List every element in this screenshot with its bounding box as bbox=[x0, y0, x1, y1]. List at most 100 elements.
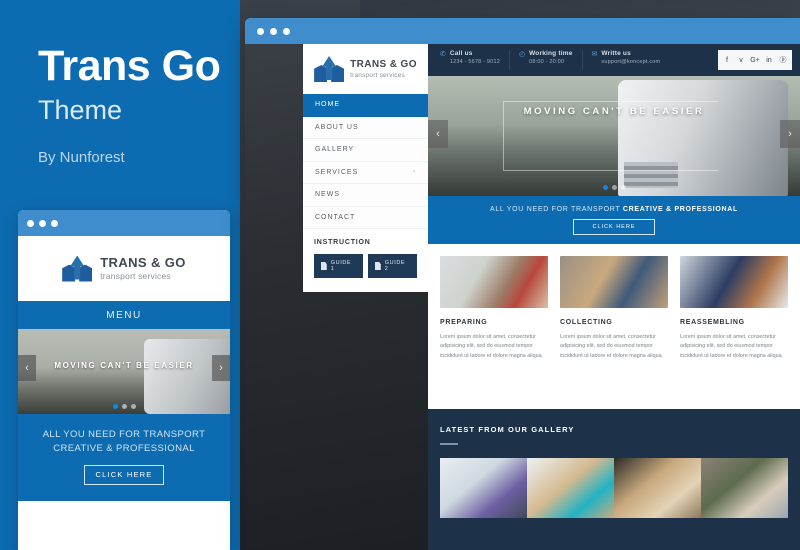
topbar-write-us-label: Writte us bbox=[601, 50, 631, 57]
window-dot-icon[interactable] bbox=[27, 219, 34, 227]
sidebar-item-gallery[interactable]: GALLERY bbox=[303, 139, 428, 162]
gallery-image-3[interactable] bbox=[614, 458, 701, 518]
service-title: COLLECTING bbox=[560, 319, 613, 326]
slider-dot-icon[interactable] bbox=[602, 185, 608, 190]
mobile-cta-line1: ALL YOU NEED FOR TRANSPORT bbox=[42, 429, 206, 440]
gallery-title: LATEST FROM OUR GALLERY bbox=[440, 425, 575, 434]
hero-slider-prev-icon[interactable]: ‹ bbox=[428, 120, 448, 148]
slider-dot-icon[interactable] bbox=[112, 404, 118, 409]
mobile-slider-prev-icon[interactable]: ‹ bbox=[18, 355, 36, 381]
gallery-image-4[interactable] bbox=[701, 458, 788, 518]
mobile-slider-dots bbox=[18, 404, 230, 409]
mobile-preview-window: TRANS & GO transport services MENU MOVIN… bbox=[18, 210, 230, 550]
sidebar-item-label: CONTACT bbox=[315, 213, 356, 221]
facebook-icon[interactable]: f bbox=[720, 57, 734, 64]
service-text: Lorem ipsum dolor sit amet, consectetur … bbox=[560, 334, 664, 359]
mobile-cta-line2: CREATIVE & PROFESSIONAL bbox=[53, 442, 195, 454]
mobile-window-titlebar bbox=[18, 210, 230, 236]
phone-icon: ✆ bbox=[440, 51, 446, 58]
social-links: f ᴠ G+ in ⓟ bbox=[718, 50, 792, 70]
chevron-right-icon: › bbox=[413, 169, 416, 176]
service-image bbox=[680, 256, 788, 308]
desktop-hero-slider: MOVING CAN'T BE EASIER ‹ › bbox=[428, 76, 800, 196]
service-text: Lorem ipsum dolor sit amet, consectetur … bbox=[680, 334, 784, 359]
pinterest-icon[interactable]: ⓟ bbox=[776, 55, 790, 65]
pdf-file-icon bbox=[375, 262, 381, 270]
cta-button[interactable]: CLICK HERE bbox=[573, 218, 655, 235]
google-plus-icon[interactable]: G+ bbox=[748, 57, 762, 64]
gallery-image-2[interactable] bbox=[527, 458, 614, 518]
brand-tagline: transport services bbox=[350, 71, 406, 79]
mobile-slide-caption: MOVING CAN'T BE EASIER bbox=[54, 361, 194, 370]
sidebar-item-about-us[interactable]: ABOUT US bbox=[303, 117, 428, 139]
window-dot-icon[interactable] bbox=[257, 27, 264, 35]
service-image bbox=[440, 256, 548, 308]
site-sidebar: TRANS & GO transport services HOME ABOUT… bbox=[303, 44, 428, 292]
topbar-working-time-label: Working time bbox=[529, 50, 573, 57]
hero-slider-next-icon[interactable]: › bbox=[780, 120, 800, 148]
mail-icon: ✉ bbox=[591, 51, 598, 58]
clock-icon: ◴ bbox=[518, 51, 526, 58]
page-subtitle: Theme bbox=[38, 95, 123, 126]
desktop-preview-window: ✆ Call us 1234 - 5678 - 9012 ◴ Working t… bbox=[245, 18, 800, 550]
slider-dot-icon[interactable] bbox=[611, 185, 617, 190]
sidebar-item-home[interactable]: HOME bbox=[303, 94, 428, 117]
window-dot-icon[interactable] bbox=[283, 27, 290, 35]
desktop-logo[interactable]: TRANS & GO transport services bbox=[303, 44, 428, 94]
topbar-write-us-value: support@koncept.com bbox=[601, 59, 661, 66]
sidebar-item-contact[interactable]: CONTACT bbox=[303, 207, 428, 229]
window-dot-icon[interactable] bbox=[39, 219, 46, 227]
author-credit: By Nunforest bbox=[38, 149, 125, 167]
instruction-title: INSTRUCTION bbox=[314, 239, 371, 246]
topbar-write-us[interactable]: ✉ Writte us support@koncept.com bbox=[583, 50, 670, 70]
sidebar-item-label: ABOUT US bbox=[315, 123, 359, 131]
sidebar-item-news[interactable]: NEWS bbox=[303, 184, 428, 207]
topbar-call-us-label: Call us bbox=[449, 50, 473, 57]
service-title: PREPARING bbox=[440, 319, 488, 326]
brand-tagline: transport services bbox=[100, 271, 171, 281]
topbar-call-us-value: 1234 - 5678 - 9012 bbox=[449, 59, 500, 66]
desktop-window-titlebar bbox=[245, 18, 800, 44]
service-card-preparing[interactable]: PREPARING Lorem ipsum dolor sit amet, co… bbox=[440, 256, 548, 409]
guide-2-button[interactable]: GUIDE 2 bbox=[368, 254, 417, 278]
topbar-call-us[interactable]: ✆ Call us 1234 - 5678 - 9012 bbox=[436, 50, 510, 70]
instruction-buttons: GUIDE 1 GUIDE 2 bbox=[314, 254, 417, 278]
sidebar-item-label: HOME bbox=[315, 101, 340, 109]
mobile-footer-area bbox=[18, 500, 230, 545]
guide-2-label: GUIDE 2 bbox=[384, 260, 406, 272]
guide-1-button[interactable]: GUIDE 1 bbox=[314, 254, 363, 278]
mobile-cta-banner: ALL YOU NEED FOR TRANSPORT CREATIVE & PR… bbox=[18, 414, 230, 501]
slider-dot-icon[interactable] bbox=[130, 404, 136, 409]
topbar-working-time[interactable]: ◴ Working time 08:00 - 20:00 bbox=[510, 50, 583, 70]
promo-header: Trans Go Theme By Nunforest bbox=[38, 43, 221, 167]
contact-topbar: ✆ Call us 1234 - 5678 - 9012 ◴ Working t… bbox=[428, 44, 800, 76]
mobile-logo[interactable]: TRANS & GO transport services bbox=[18, 236, 230, 301]
gallery-section: LATEST FROM OUR GALLERY bbox=[428, 409, 800, 550]
sidebar-item-services[interactable]: SERVICES › bbox=[303, 162, 428, 184]
service-card-collecting[interactable]: COLLECTING Lorem ipsum dolor sit amet, c… bbox=[560, 256, 668, 409]
linkedin-icon[interactable]: in bbox=[762, 57, 776, 64]
cta-text-strong: CREATIVE & PROFESSIONAL bbox=[622, 205, 739, 213]
hero-slide-caption: MOVING CAN'T BE EASIER bbox=[523, 106, 705, 117]
mobile-menu-button[interactable]: MENU bbox=[18, 301, 230, 329]
gallery-image-strip bbox=[440, 458, 788, 518]
instruction-block: INSTRUCTION GUIDE 1 GUIDE 2 bbox=[303, 229, 428, 292]
brand-name: TRANS & GO bbox=[100, 255, 186, 270]
mobile-cta-button[interactable]: CLICK HERE bbox=[84, 464, 164, 485]
slider-dot-icon[interactable] bbox=[121, 404, 127, 409]
service-card-reassembling[interactable]: REASSEMBLING Lorem ipsum dolor sit amet,… bbox=[680, 256, 788, 409]
window-dot-icon[interactable] bbox=[51, 219, 58, 227]
service-text: Lorem ipsum dolor sit amet, consectetur … bbox=[440, 334, 544, 359]
mobile-slider-next-icon[interactable]: › bbox=[212, 355, 230, 381]
cta-text: ALL YOU NEED FOR TRANSPORT CREATIVE & PR… bbox=[490, 206, 738, 213]
brand-name: TRANS & GO bbox=[350, 58, 417, 70]
window-dot-icon[interactable] bbox=[270, 27, 277, 35]
gallery-image-1[interactable] bbox=[440, 458, 527, 518]
service-title: REASSEMBLING bbox=[680, 319, 745, 326]
sidebar-nav: HOME ABOUT US GALLERY SERVICES › NEWS CO… bbox=[303, 94, 428, 229]
service-image bbox=[560, 256, 668, 308]
desktop-site-body: ✆ Call us 1234 - 5678 - 9012 ◴ Working t… bbox=[245, 44, 800, 550]
slider-dot-icon[interactable] bbox=[620, 185, 626, 190]
mobile-hero-slider: MOVING CAN'T BE EASIER ‹ › bbox=[18, 329, 230, 414]
twitter-icon[interactable]: ᴠ bbox=[734, 57, 748, 64]
